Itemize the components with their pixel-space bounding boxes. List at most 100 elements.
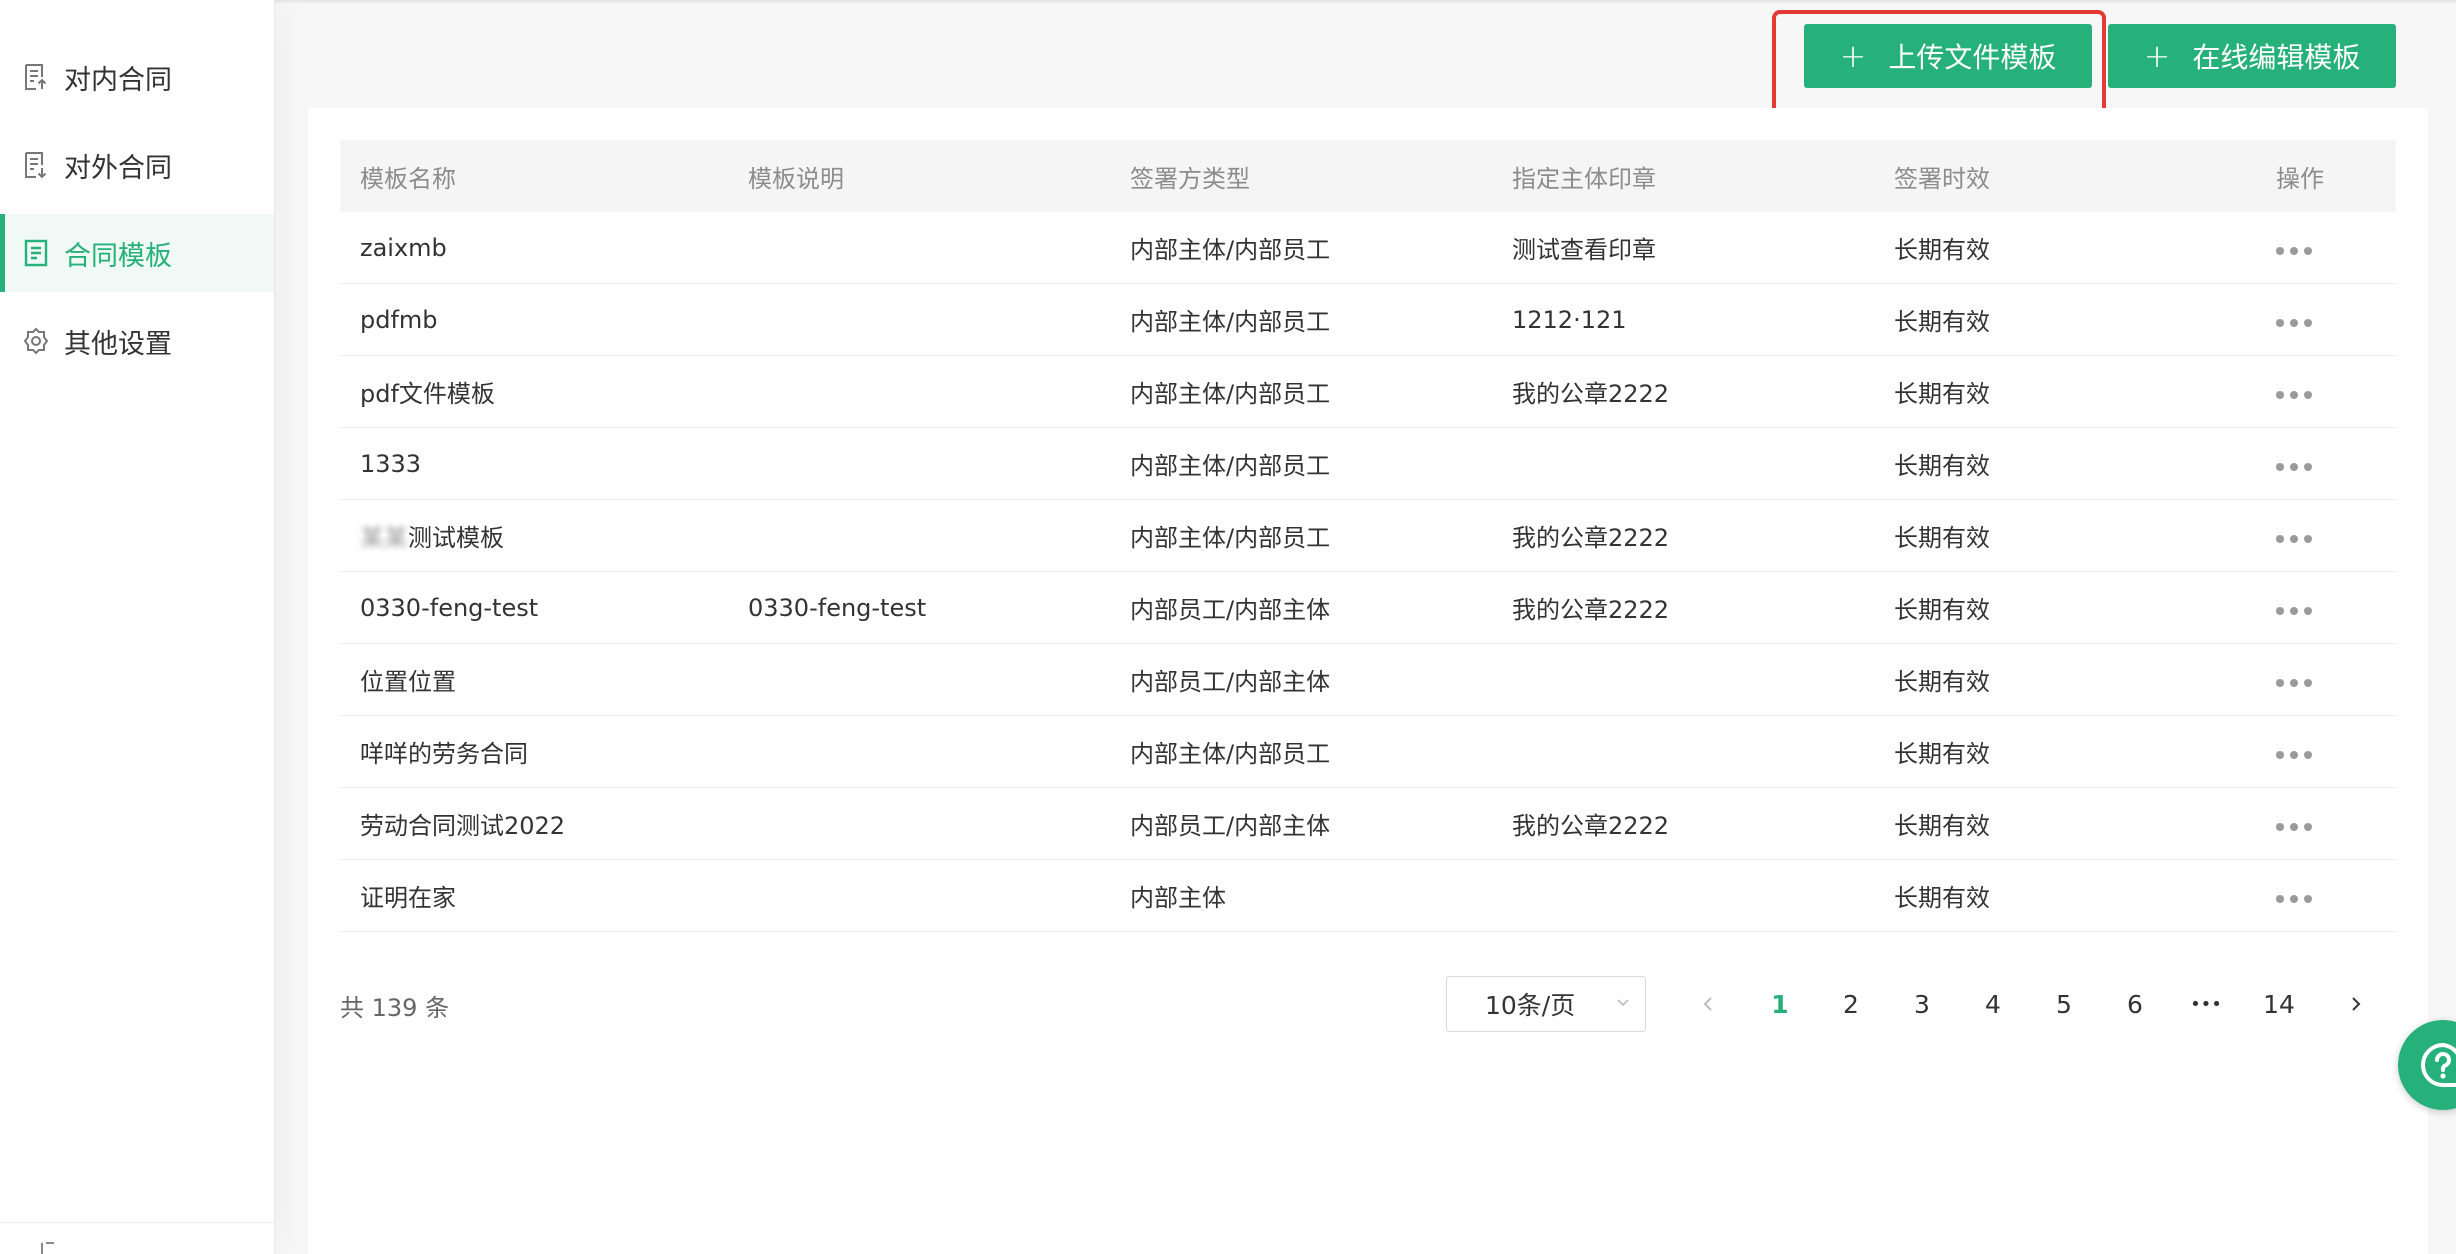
template-table: 模板名称 模板说明 签署方类型 指定主体印章 签署时效 操作 zaixmb 内部… <box>340 140 2396 932</box>
sidebar-item-contract-template[interactable]: 合同模板 <box>0 214 274 292</box>
page-button-3[interactable]: 3 <box>1894 976 1950 1032</box>
table-row: pdf文件模板 内部主体/内部员工 我的公章2222 长期有效 <box>340 356 2396 428</box>
page-button-1[interactable]: 1 <box>1752 976 1808 1032</box>
page-ellipsis[interactable]: ••• <box>2178 976 2234 1032</box>
document-in-icon <box>18 59 54 95</box>
sidebar-item-internal-contract[interactable]: 对内合同 <box>0 38 274 116</box>
more-actions-icon[interactable] <box>2276 455 2312 479</box>
cell-type: 内部主体/内部员工 <box>1130 452 1331 480</box>
prev-page-button[interactable] <box>1680 976 1736 1032</box>
cell-validity: 长期有效 <box>1894 236 1990 264</box>
cell-name: 位置位置 <box>360 668 456 696</box>
cell-name: 某某测试模板 <box>360 524 504 552</box>
more-actions-icon[interactable] <box>2276 815 2312 839</box>
sidebar-item-other-settings[interactable]: 其他设置 <box>0 302 274 380</box>
header-template-name: 模板名称 <box>360 164 456 193</box>
more-actions-icon[interactable] <box>2276 887 2312 911</box>
cell-validity: 长期有效 <box>1894 812 1990 840</box>
cell-validity: 长期有效 <box>1894 380 1990 408</box>
cell-name: zaixmb <box>360 233 447 262</box>
cell-name: pdf文件模板 <box>360 380 495 408</box>
blurred-text: 某某 <box>360 524 408 552</box>
cell-type: 内部员工/内部主体 <box>1130 596 1331 624</box>
template-icon <box>18 235 54 271</box>
header-template-desc: 模板说明 <box>748 164 844 193</box>
gear-icon <box>18 323 54 359</box>
sidebar-item-label: 其他设置 <box>64 328 172 360</box>
page-button-14[interactable]: 14 <box>2251 976 2307 1032</box>
header-validity: 签署时效 <box>1894 164 1990 193</box>
more-actions-icon[interactable] <box>2276 599 2312 623</box>
table-row: 某某测试模板 内部主体/内部员工 我的公章2222 长期有效 <box>340 500 2396 572</box>
sidebar-item-label: 对外合同 <box>64 152 172 184</box>
page-button-6[interactable]: 6 <box>2107 976 2163 1032</box>
header-seal: 指定主体印章 <box>1512 164 1656 193</box>
table-row: 0330-feng-test 0330-feng-test 内部员工/内部主体 … <box>340 572 2396 644</box>
template-card: 模板名称 模板说明 签署方类型 指定主体印章 签署时效 操作 zaixmb 内部… <box>308 108 2428 1254</box>
cell-type: 内部主体/内部员工 <box>1130 380 1331 408</box>
top-shadow <box>0 0 2456 4</box>
next-page-button[interactable] <box>2328 976 2384 1032</box>
upload-template-button[interactable]: + 上传文件模板 <box>1804 24 2092 88</box>
cell-name: 咩咩的劳务合同 <box>360 740 528 768</box>
table-row: 位置位置 内部员工/内部主体 长期有效 <box>340 644 2396 716</box>
more-actions-icon[interactable] <box>2276 311 2312 335</box>
more-actions-icon[interactable] <box>2276 743 2312 767</box>
more-actions-icon[interactable] <box>2276 527 2312 551</box>
cell-type: 内部员工/内部主体 <box>1130 668 1331 696</box>
cell-desc: 0330-feng-test <box>748 593 927 622</box>
cell-type: 内部主体/内部员工 <box>1130 740 1331 768</box>
more-actions-icon[interactable] <box>2276 239 2312 263</box>
table-row: 1333 内部主体/内部员工 长期有效 <box>340 428 2396 500</box>
cell-validity: 长期有效 <box>1894 884 1990 912</box>
cell-seal: 1212·121 <box>1512 305 1627 334</box>
cell-validity: 长期有效 <box>1894 308 1990 336</box>
table-row: 咩咩的劳务合同 内部主体/内部员工 长期有效 <box>340 716 2396 788</box>
more-actions-icon[interactable] <box>2276 671 2312 695</box>
question-chat-icon <box>2421 1042 2456 1087</box>
page-button-4[interactable]: 4 <box>1965 976 2021 1032</box>
sidebar-item-label: 对内合同 <box>64 64 172 96</box>
sidebar-item-label: 合同模板 <box>64 240 172 272</box>
cell-name: pdfmb <box>360 305 438 334</box>
total-count: 共 139 条 <box>340 994 450 1022</box>
table-header: 模板名称 模板说明 签署方类型 指定主体印章 签署时效 操作 <box>340 140 2396 212</box>
cell-seal: 测试查看印章 <box>1512 236 1656 264</box>
table-row: 劳动合同测试2022 内部员工/内部主体 我的公章2222 长期有效 <box>340 788 2396 860</box>
header-signer-type: 签署方类型 <box>1130 164 1250 193</box>
cell-validity: 长期有效 <box>1894 668 1990 696</box>
document-out-icon <box>18 147 54 183</box>
page-size-value: 10条/页 <box>1485 991 1576 1020</box>
header-actions: 操作 <box>2276 164 2324 193</box>
cell-seal: 我的公章2222 <box>1512 524 1670 552</box>
table-row: pdfmb 内部主体/内部员工 1212·121 长期有效 <box>340 284 2396 356</box>
chevron-down-icon <box>1617 999 1629 1007</box>
page-button-2[interactable]: 2 <box>1823 976 1879 1032</box>
upload-template-label: 上传文件模板 <box>1888 41 2057 74</box>
collapse-icon[interactable] <box>38 1239 58 1254</box>
cell-seal: 我的公章2222 <box>1512 812 1670 840</box>
chevron-left-icon <box>1703 997 1712 1011</box>
cell-type: 内部主体/内部员工 <box>1130 236 1331 264</box>
cell-type: 内部主体 <box>1130 884 1226 912</box>
cell-seal: 我的公章2222 <box>1512 380 1670 408</box>
sidebar: 对内合同 对外合同 合同模板 其他设置 <box>0 0 275 1254</box>
chevron-right-icon <box>2352 997 2361 1011</box>
page-size-select[interactable]: 10条/页 <box>1446 976 1646 1032</box>
cell-seal: 我的公章2222 <box>1512 596 1670 624</box>
cell-name: 0330-feng-test <box>360 593 539 622</box>
sidebar-item-external-contract[interactable]: 对外合同 <box>0 126 274 204</box>
sidebar-footer <box>0 1222 274 1254</box>
cell-validity: 长期有效 <box>1894 524 1990 552</box>
more-actions-icon[interactable] <box>2276 383 2312 407</box>
cell-type: 内部主体/内部员工 <box>1130 524 1331 552</box>
cell-name: 劳动合同测试2022 <box>360 812 566 840</box>
online-edit-template-label: 在线编辑模板 <box>2192 41 2361 74</box>
plus-icon: + <box>1839 37 1867 75</box>
cell-type: 内部主体/内部员工 <box>1130 308 1331 336</box>
cell-validity: 长期有效 <box>1894 596 1990 624</box>
page-button-5[interactable]: 5 <box>2036 976 2092 1032</box>
online-edit-template-button[interactable]: + 在线编辑模板 <box>2108 24 2396 88</box>
table-row: 证明在家 内部主体 长期有效 <box>340 860 2396 932</box>
cell-name: 证明在家 <box>360 884 456 912</box>
